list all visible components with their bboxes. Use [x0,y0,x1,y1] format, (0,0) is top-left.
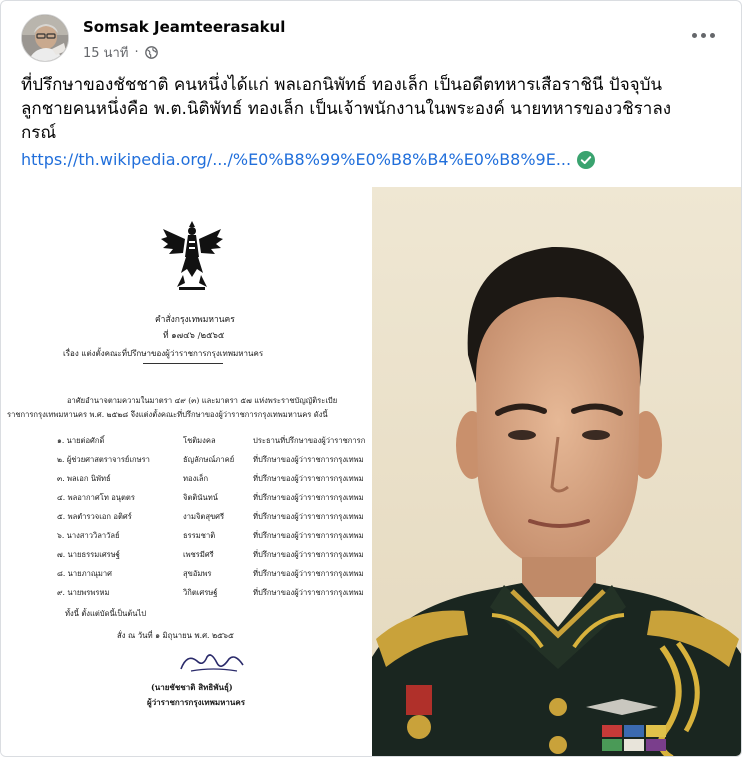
row-name: ๔. พลอากาศโท อนุตตร [57,493,135,502]
row-role: ที่ปรึกษาของผู้ว่าราชการกรุงเทพม [253,493,364,502]
facebook-post: Somsak Jeamteerasakul 15 นาที · ที่ปรึกษ… [0,0,742,757]
globe-icon[interactable] [144,46,158,59]
doc-heading: คำสั่งกรุงเทพมหานคร [155,315,235,325]
check-circle-icon [577,150,596,169]
doc-signer-title: ผู้ว่าราชการกรุงเทพมหานคร [147,697,246,707]
row-name: ๓. พลเอก นิพัทธ์ [57,474,111,483]
doc-signer: (นายชัชชาติ สิทธิพันธุ์) [151,682,233,692]
author-avatar[interactable] [21,14,69,62]
row-surname: ธัญลักษณ์ภาคย์ [183,455,235,464]
row-name: ๙. นายพรพรหม [57,588,110,597]
meta-separator: · [134,45,139,60]
post-header: Somsak Jeamteerasakul 15 นาที · [1,1,741,65]
post-text: ที่ปรึกษาของชัชชาติ คนหนึ่งได้แก่ พลเอกน… [21,73,721,145]
row-name: ๗. นายธรรมเศรษฐ์ [57,550,120,559]
row-surname: งามจิตสุขศรี [183,512,225,521]
handwritten-signature [180,654,244,672]
doc-number: ที่ ๑๗๔๖ /๒๕๖๕ [163,331,225,341]
post-text-line: ที่ปรึกษาของชัชชาติ คนหนึ่งได้แก่ พลเอกน… [21,75,663,95]
row-surname: เพชรมีศรี [183,550,214,559]
row-name: ๕. พลตำรวจเอก อติศร์ [57,512,132,521]
doc-paragraph-2: ราชการกรุงเทพมหานคร พ.ศ. ๒๕๒๘ จึงแต่งตั้… [7,410,328,419]
link-text[interactable]: https://th.wikipedia.org/.../%E0%B8%99%E… [21,150,571,169]
author-name[interactable]: Somsak Jeamteerasakul [83,18,285,36]
wikipedia-link[interactable]: https://th.wikipedia.org/.../%E0%B8%99%E… [21,150,596,169]
row-surname: จิตตินันทน์ [183,493,218,502]
doc-subject: เรื่อง แต่งตั้งคณะที่ปรึกษาของผู้ว่าราชก… [63,349,264,358]
row-role: ที่ปรึกษาของผู้ว่าราชการกรุงเทพม [253,550,364,559]
row-role: ที่ปรึกษาของผู้ว่าราชการกรุงเทพม [253,512,364,521]
doc-divider [143,363,223,364]
row-name: ๒. ผู้ช่วยศาสตราจารย์เกษรา [57,455,150,464]
row-name: ๖. นางสาววิลาวัลย์ [57,531,120,540]
row-role: ประธานที่ปรึกษาของผู้ว่าราชการก [253,436,366,445]
doc-date: สั่ง ณ วันที่ ๑ มิถุนายน พ.ศ. ๒๕๖๕ [117,631,234,640]
row-surname: สุขอัมพร [183,569,212,578]
row-role: ที่ปรึกษาของผู้ว่าราชการกรุงเทพม [253,474,364,483]
document-image[interactable]: คำสั่งกรุงเทพมหานคร ที่ ๑๗๔๖ /๒๕๖๕ เรื่อ… [1,187,370,756]
portrait-illustration [372,187,741,756]
row-role: ที่ปรึกษาของผู้ว่าราชการกรุงเทพม [253,588,364,597]
row-surname: ทองเล็ก [183,474,209,483]
row-name: ๑. นายต่อศักดิ์ [57,436,105,445]
post-text-line: กรณ์ [21,123,57,143]
portrait-photo[interactable] [372,187,741,756]
row-surname: ธรรมชาติ [183,531,216,540]
post-images[interactable]: คำสั่งกรุงเทพมหานคร ที่ ๑๗๔๖ /๒๕๖๕ เรื่อ… [1,187,741,756]
post-timestamp[interactable]: 15 นาที [83,42,128,63]
doc-paragraph-1: อาศัยอำนาจตามความในมาตรา ๔๙ (๓) และมาตรา… [67,396,338,405]
post-text-line: ลูกชายคนหนึ่งคือ พ.ต.นิติพัทธ์ ทองเล็ก เ… [21,99,672,119]
row-role: ที่ปรึกษาของผู้ว่าราชการกรุงเทพม [253,455,364,464]
post-meta: 15 นาที · [83,42,158,63]
garuda-emblem [161,221,223,290]
row-surname: โชติมงคล [183,436,216,445]
more-options-icon[interactable] [685,23,721,47]
row-surname: วิกิตเศรษฐ์ [183,588,218,597]
row-name: ๘. นายภาณุมาศ [57,569,112,578]
row-role: ที่ปรึกษาของผู้ว่าราชการกรุงเทพม [253,531,364,540]
row-role: ที่ปรึกษาของผู้ว่าราชการกรุงเทพม [253,569,364,578]
doc-effective: ทั้งนี้ ตั้งแต่บัดนี้เป็นต้นไป [65,609,147,618]
